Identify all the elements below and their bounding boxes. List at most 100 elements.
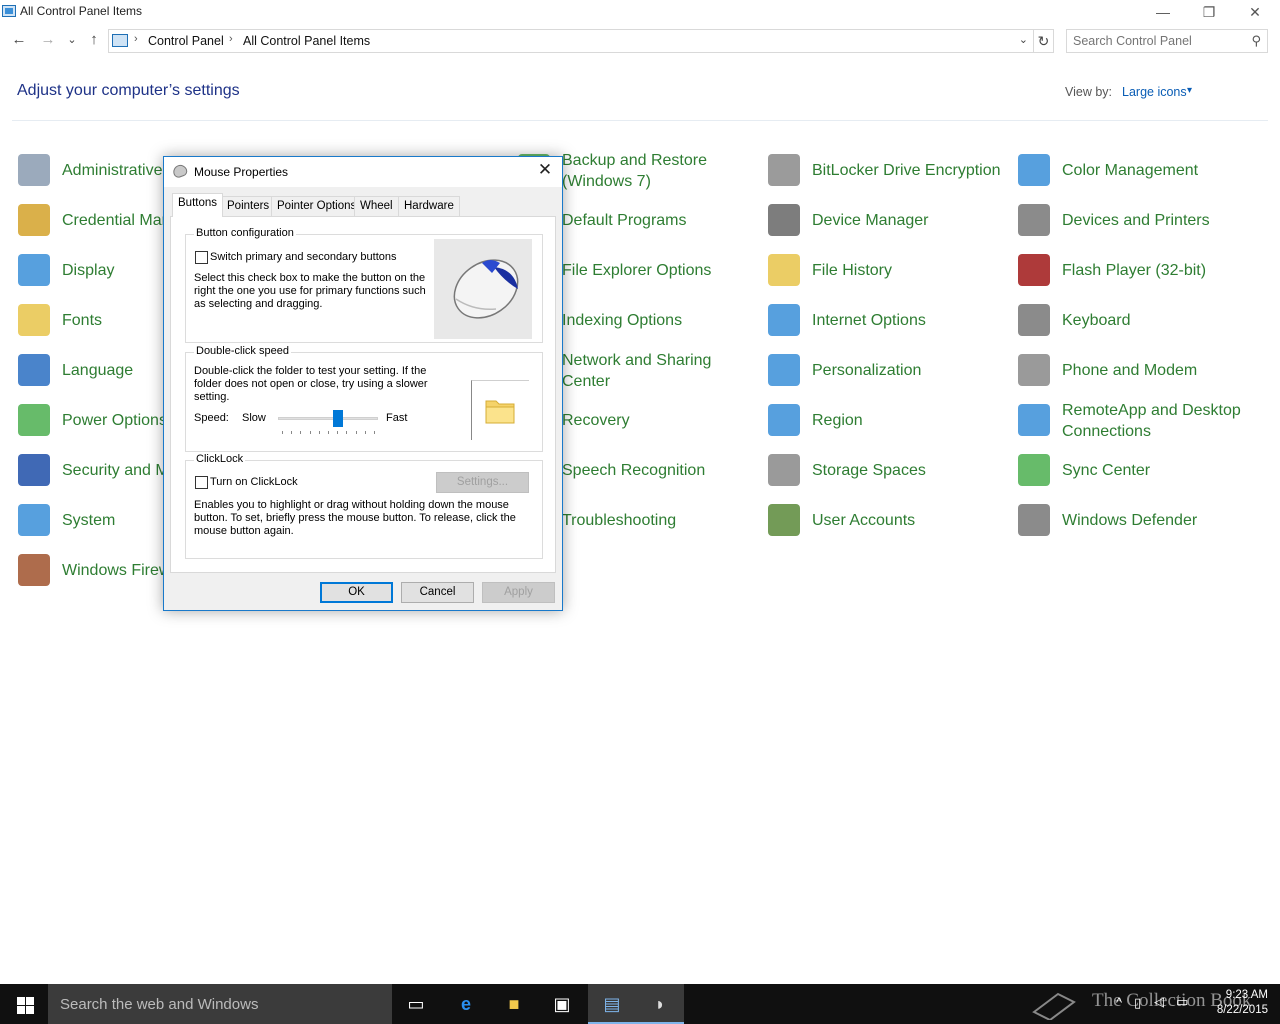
control-panel-item-label[interactable]: Indexing Options [562, 310, 682, 331]
search-box[interactable]: ⚲ [1066, 29, 1268, 53]
double-click-speed-slider[interactable] [278, 410, 378, 435]
breadcrumb-control-panel[interactable]: Control Panel [148, 34, 224, 48]
device-manager-icon[interactable] [768, 204, 800, 236]
refresh-icon[interactable]: ↻ [1034, 29, 1054, 53]
tab-pointer-options[interactable]: Pointer Options [271, 196, 363, 216]
control-panel-item[interactable]: BitLocker Drive Encryption [768, 148, 1008, 192]
close-button[interactable]: ✕ [1232, 0, 1278, 26]
control-panel-item[interactable]: RemoteApp and Desktop Connections [1018, 398, 1258, 442]
language-icon[interactable] [18, 354, 50, 386]
mouse-properties-taskbar-icon[interactable]: ◗ [636, 984, 684, 1024]
view-by-dropdown[interactable]: Large icons [1122, 85, 1187, 99]
search-input[interactable] [1073, 31, 1243, 51]
taskbar-search-placeholder[interactable]: Search the web and Windows [60, 996, 258, 1013]
dialog-close-button[interactable]: ✕ [534, 160, 556, 180]
control-panel-item-label[interactable]: Region [812, 410, 863, 431]
admin-tools-icon[interactable] [18, 154, 50, 186]
fonts-icon[interactable] [18, 304, 50, 336]
flash-player-icon[interactable] [1018, 254, 1050, 286]
control-panel-item-label[interactable]: Phone and Modem [1062, 360, 1197, 381]
keyboard-icon[interactable] [1018, 304, 1050, 336]
folder-icon[interactable] [484, 395, 518, 425]
control-panel-item-label[interactable]: File Explorer Options [562, 260, 711, 281]
tab-buttons[interactable]: Buttons [172, 193, 223, 217]
storage-spaces-icon[interactable] [768, 454, 800, 486]
minimize-button[interactable]: — [1140, 0, 1186, 26]
firewall-icon[interactable] [18, 554, 50, 586]
control-panel-item-label[interactable]: Language [62, 360, 133, 381]
control-panel-item-label[interactable]: Personalization [812, 360, 921, 381]
switch-buttons-label[interactable]: Switch primary and secondary buttons [210, 251, 396, 264]
control-panel-item-label[interactable]: Default Programs [562, 210, 687, 231]
control-panel-item-label[interactable]: BitLocker Drive Encryption [812, 160, 1001, 181]
control-panel-item-label[interactable]: Devices and Printers [1062, 210, 1210, 231]
color-management-icon[interactable] [1018, 154, 1050, 186]
control-panel-item[interactable]: Phone and Modem [1018, 348, 1258, 392]
security-flag-icon[interactable] [18, 454, 50, 486]
control-panel-item[interactable]: Flash Player (32-bit) [1018, 248, 1258, 292]
start-button[interactable] [0, 984, 48, 1024]
clicklock-checkbox[interactable] [195, 476, 208, 489]
control-panel-item[interactable]: Storage Spaces [768, 448, 1008, 492]
address-bar[interactable]: › Control Panel › All Control Panel Item… [108, 29, 1034, 53]
view-by-caret-icon[interactable]: ▾ [1187, 85, 1192, 96]
phone-icon[interactable] [1018, 354, 1050, 386]
control-panel-item-label[interactable]: Flash Player (32-bit) [1062, 260, 1206, 281]
control-panel-item-label[interactable]: Power Options [62, 410, 167, 431]
clicklock-settings-button[interactable]: Settings... [436, 472, 529, 493]
user-accounts-icon[interactable] [768, 504, 800, 536]
recent-locations-chevron-icon[interactable]: ⌄ [62, 33, 82, 46]
ok-button[interactable]: OK [320, 582, 393, 603]
control-panel-item-label[interactable]: RemoteApp and Desktop Connections [1062, 400, 1252, 442]
control-panel-item-label[interactable]: User Accounts [812, 510, 915, 531]
control-panel-item[interactable]: Devices and Printers [1018, 198, 1258, 242]
breadcrumb-separator[interactable]: › [134, 33, 138, 45]
control-panel-item-label[interactable]: Recovery [562, 410, 630, 431]
taskbar-search-box[interactable]: Search the web and Windows [48, 984, 392, 1024]
control-panel-item[interactable]: Sync Center [1018, 448, 1258, 492]
forward-arrow-icon[interactable]: → [38, 31, 58, 48]
control-panel-item[interactable]: Keyboard [1018, 298, 1258, 342]
address-dropdown-chevron-icon[interactable]: ⌄ [1019, 33, 1028, 46]
switch-buttons-checkbox[interactable] [195, 251, 208, 264]
display-icon[interactable] [18, 254, 50, 286]
control-panel-item-label[interactable]: Windows Defender [1062, 510, 1197, 531]
breadcrumb-all-items[interactable]: All Control Panel Items [243, 34, 370, 48]
control-panel-item-label[interactable]: File History [812, 260, 892, 281]
control-panel-item-label[interactable]: Display [62, 260, 114, 281]
power-options-icon[interactable] [18, 404, 50, 436]
up-arrow-icon[interactable]: ↑ [84, 31, 104, 48]
dialog-title-bar[interactable]: Mouse Properties ✕ [164, 157, 562, 187]
breadcrumb-separator[interactable]: › [229, 33, 233, 45]
credential-manager-icon[interactable] [18, 204, 50, 236]
tab-pointers[interactable]: Pointers [221, 196, 276, 216]
tab-wheel[interactable]: Wheel [354, 196, 399, 216]
control-panel-item-label[interactable]: Device Manager [812, 210, 929, 231]
file-explorer-icon[interactable]: ■ [490, 984, 538, 1024]
apply-button[interactable]: Apply [482, 582, 555, 603]
control-panel-item-label[interactable]: Keyboard [1062, 310, 1131, 331]
system-icon[interactable] [18, 504, 50, 536]
restore-button[interactable]: ❐ [1186, 0, 1232, 26]
control-panel-item-label[interactable]: Color Management [1062, 160, 1198, 181]
edge-browser-icon[interactable]: e [442, 984, 490, 1024]
control-panel-item-label[interactable]: Backup and Restore (Windows 7) [562, 150, 732, 192]
control-panel-item-label[interactable]: Network and Sharing Center [562, 350, 732, 392]
control-panel-item[interactable]: File History [768, 248, 1008, 292]
internet-options-icon[interactable] [768, 304, 800, 336]
slider-thumb[interactable] [333, 410, 343, 427]
control-panel-item[interactable]: Internet Options [768, 298, 1008, 342]
task-view-icon[interactable]: ▭ [392, 984, 440, 1024]
control-panel-item[interactable]: Windows Defender [1018, 498, 1258, 542]
region-globe-icon[interactable] [768, 404, 800, 436]
control-panel-item[interactable]: Color Management [1018, 148, 1258, 192]
back-arrow-icon[interactable]: ← [9, 31, 29, 48]
control-panel-item-label[interactable]: Sync Center [1062, 460, 1150, 481]
personalization-icon[interactable] [768, 354, 800, 386]
file-history-icon[interactable] [768, 254, 800, 286]
control-panel-item-label[interactable]: System [62, 510, 115, 531]
control-panel-item[interactable]: Personalization [768, 348, 1008, 392]
printer-icon[interactable] [1018, 204, 1050, 236]
control-panel-item-label[interactable]: Fonts [62, 310, 102, 331]
test-folder-area[interactable] [471, 380, 529, 440]
